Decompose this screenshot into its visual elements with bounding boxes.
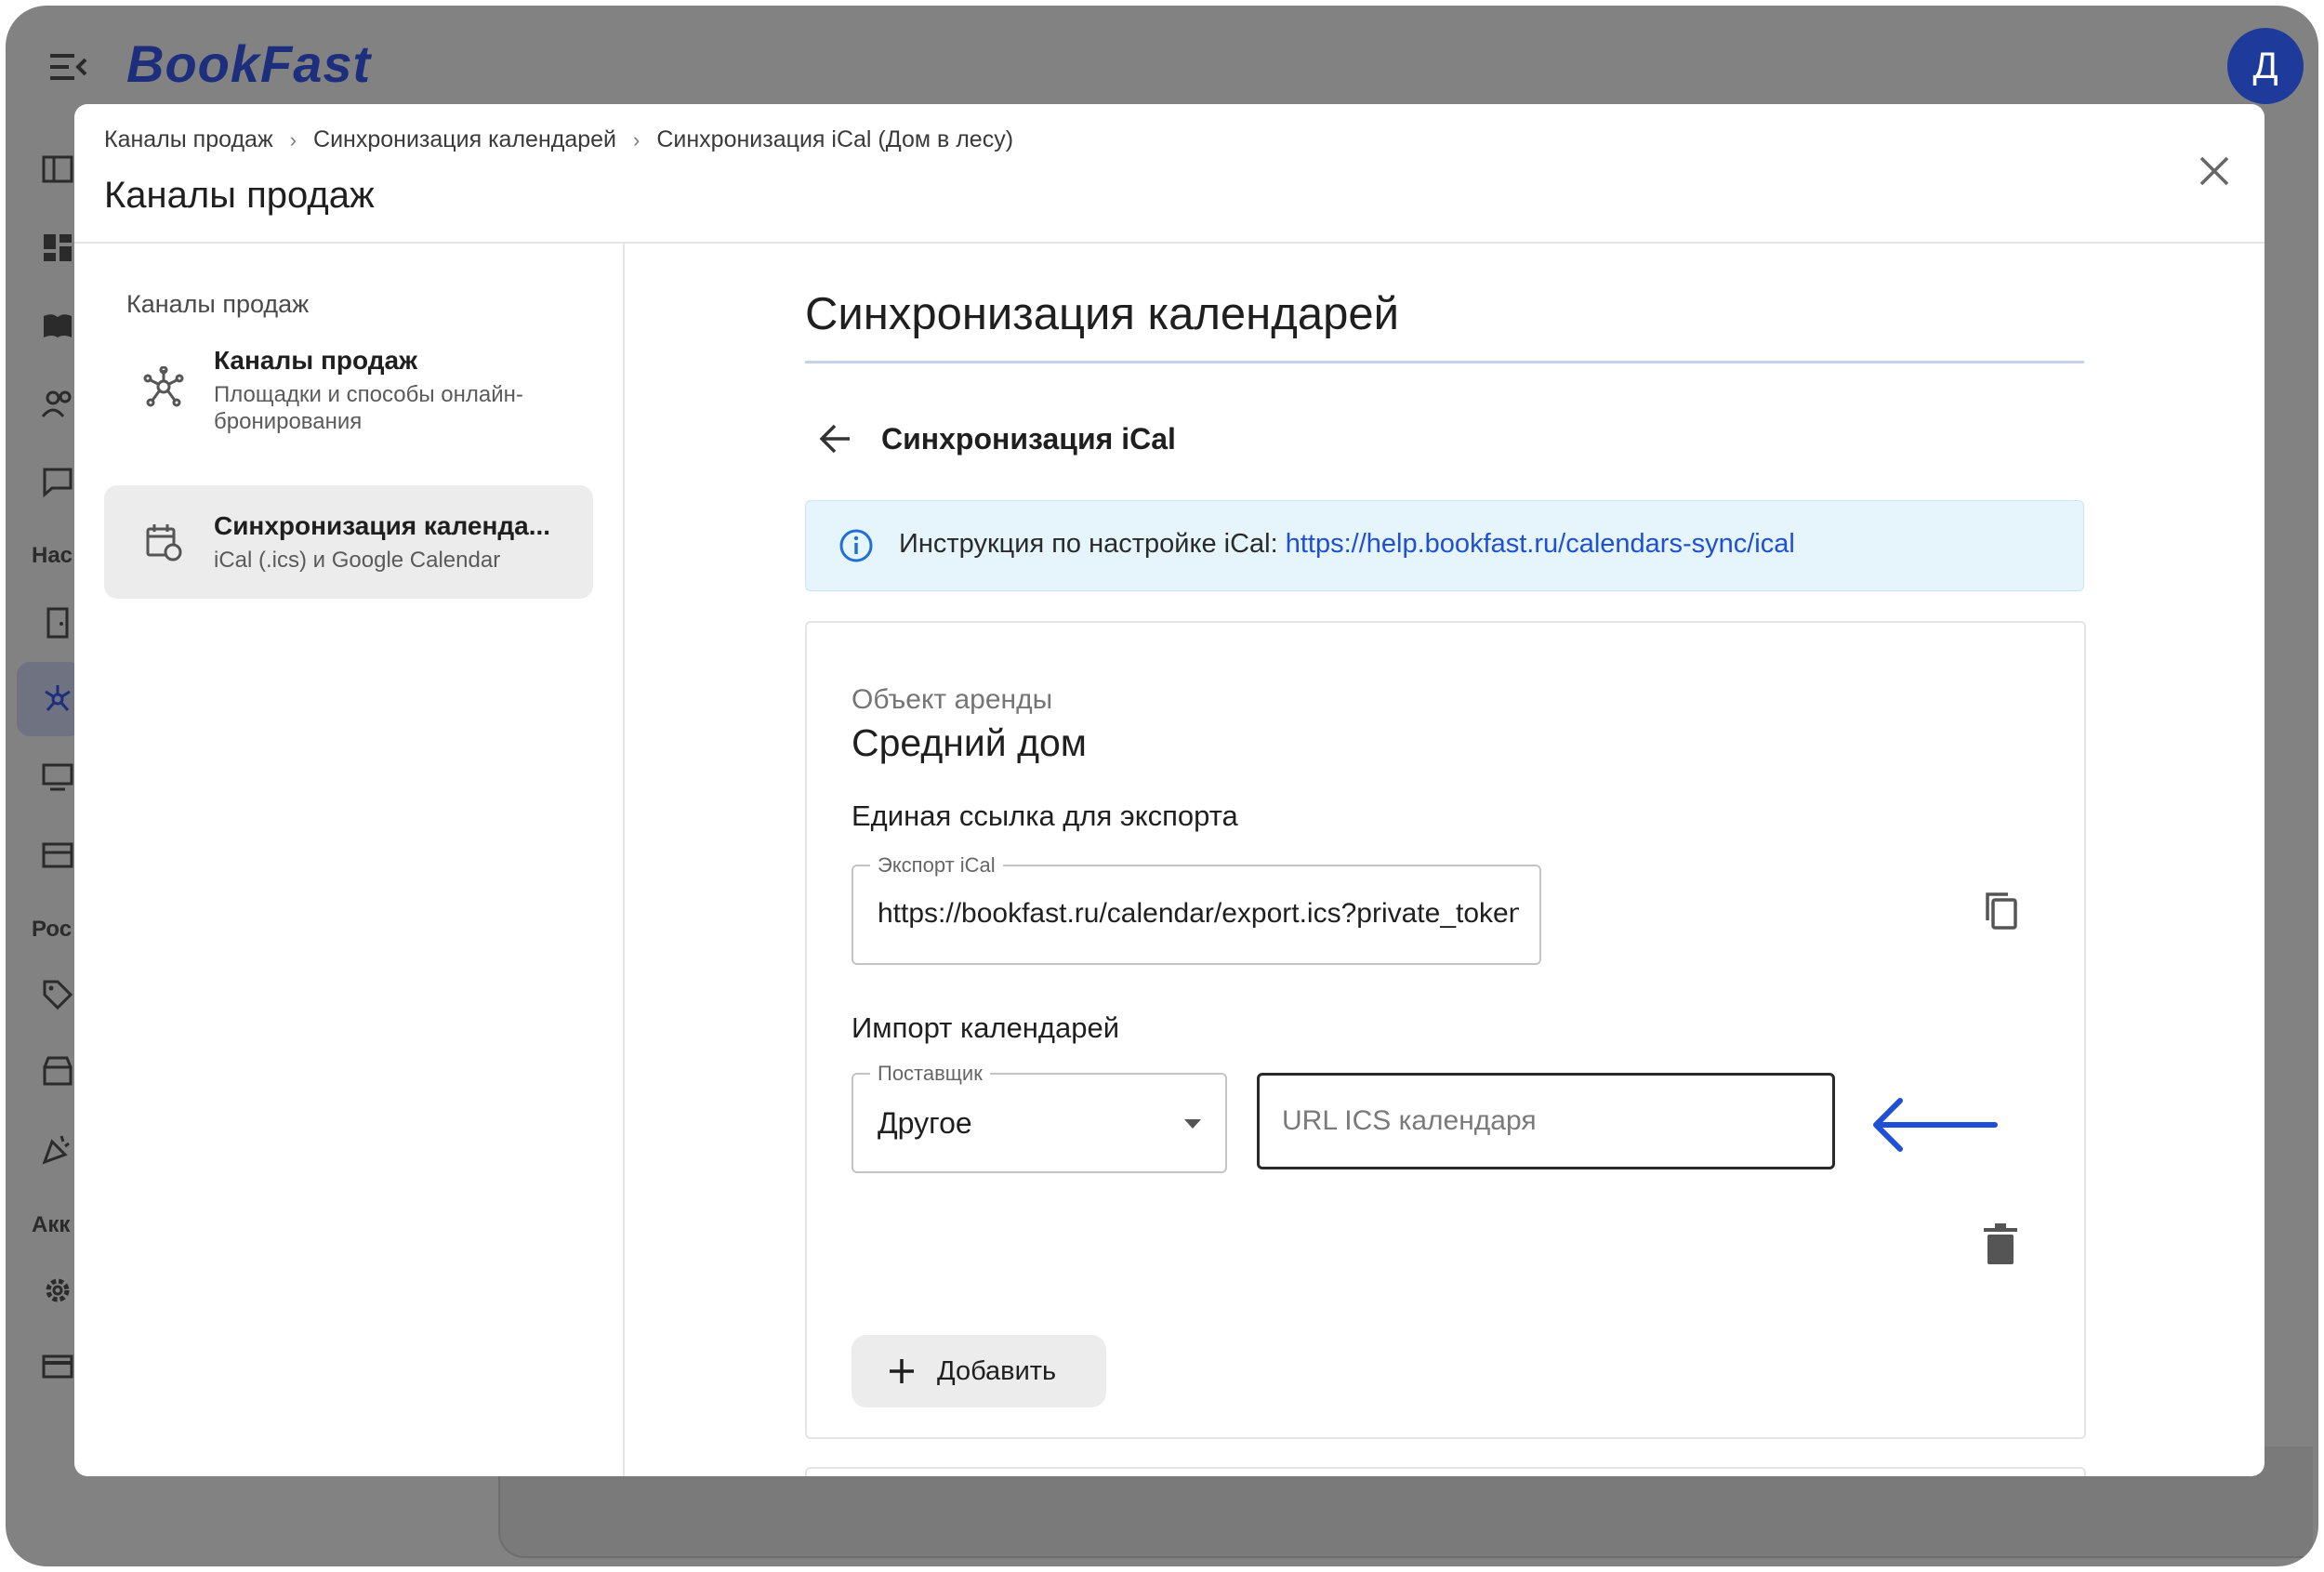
property-card: Объект аренды Средний дом Единая ссылка … [805, 621, 2086, 1439]
settings-nav-heading: Каналы продаж [126, 290, 310, 318]
sidebar-section-label: Акк [32, 1212, 71, 1237]
trash-icon[interactable] [1980, 1222, 2021, 1266]
annotation-arrow-icon [1873, 1098, 1998, 1152]
export-heading: Единая ссылка для экспорта [852, 799, 1238, 832]
next-property-card [805, 1467, 2086, 1476]
plus-icon [890, 1359, 914, 1383]
door-icon[interactable] [41, 606, 74, 640]
nav-item-title: Каналы продаж [214, 346, 417, 375]
object-name: Средний дом [852, 721, 1087, 764]
info-text-label: Инструкция по настройке iCal: [899, 529, 1286, 559]
chat-icon[interactable] [41, 465, 74, 498]
party-icon[interactable] [41, 1132, 74, 1166]
tag-icon[interactable] [41, 978, 74, 1011]
close-icon[interactable] [2194, 151, 2235, 192]
nav-item-subtitle: iCal (.ics) и Google Calendar [214, 548, 501, 573]
menu-collapse-icon[interactable] [48, 48, 89, 86]
app-logo[interactable]: BookFast [126, 33, 371, 94]
layout-icon[interactable] [41, 152, 74, 186]
credit-card-icon[interactable] [41, 1350, 74, 1383]
sidebar-section-label: Нас [32, 543, 73, 568]
provider-select[interactable]: Поставщик Другое [852, 1062, 1227, 1173]
add-button-label: Добавить [937, 1355, 1057, 1386]
section-title: Синхронизация календарей [805, 289, 1399, 339]
breadcrumb-separator-icon: › [289, 127, 297, 152]
ics-url-input[interactable] [1257, 1073, 1835, 1169]
export-url-value[interactable]: https://bookfast.ru/calendar/export.ics?… [878, 898, 1519, 930]
settings-dialog: Каналы продаж › Синхронизация календарей… [74, 104, 2265, 1476]
nav-item-title: Синхронизация календа... [214, 511, 551, 540]
calendar-sync-icon [146, 524, 182, 561]
copy-icon[interactable] [1980, 889, 2025, 933]
settings-nav: Каналы продаж Каналы продаж Площадки и с… [74, 244, 625, 1476]
dashboard-icon[interactable] [41, 231, 74, 264]
app-background: BookFast Д Нас Рос Акк Каналы продаж › С… [6, 6, 2318, 1566]
nav-item-calendar-sync[interactable]: Синхронизация календа... iCal (.ics) и G… [104, 485, 593, 599]
export-field-label: Экспорт iCal [870, 853, 1003, 878]
info-text: Инструкция по настройке iCal: https://he… [899, 529, 1795, 560]
breadcrumb-item[interactable]: Каналы продаж [104, 126, 273, 153]
network-icon[interactable] [41, 682, 74, 716]
avatar[interactable]: Д [2227, 28, 2304, 104]
info-alert: Инструкция по настройке iCal: https://he… [805, 500, 2084, 591]
breadcrumb-item[interactable]: Синхронизация календарей [313, 126, 616, 153]
breadcrumb-item: Синхронизация iCal (Дом в лесу) [656, 126, 1014, 152]
monitor-icon[interactable] [41, 760, 74, 794]
chevron-down-icon [1184, 1119, 1201, 1129]
table-icon[interactable] [41, 839, 74, 872]
sidebar-section-label: Рос [32, 917, 73, 942]
provider-select-label: Поставщик [870, 1062, 990, 1086]
nav-item-subtitle: Площадки и способы онлайн-бронирования [214, 382, 523, 434]
arrow-back-icon[interactable] [814, 418, 855, 459]
gear-icon[interactable] [41, 1274, 74, 1307]
store-icon[interactable] [41, 1054, 74, 1088]
provider-select-value: Другое [878, 1106, 972, 1140]
add-calendar-button[interactable]: Добавить [852, 1335, 1106, 1407]
calendar-sync-content: Синхронизация календарей Синхронизация i… [805, 244, 2086, 1476]
section-underline [805, 361, 2084, 363]
book-icon[interactable] [41, 309, 74, 342]
breadcrumb: Каналы продаж › Синхронизация календарей… [104, 126, 1013, 153]
breadcrumb-separator-icon: › [633, 127, 640, 152]
users-icon[interactable] [41, 387, 74, 420]
import-heading: Импорт календарей [852, 1011, 1120, 1044]
page-title: Каналы продаж [104, 175, 375, 216]
help-link[interactable]: https://help.bookfast.ru/calendars-sync/… [1286, 529, 1795, 559]
nav-item-sales-channels[interactable]: Каналы продаж Площадки и способы онлайн-… [104, 337, 593, 457]
info-icon [839, 529, 873, 562]
object-label: Объект аренды [852, 684, 1053, 715]
export-ical-field[interactable]: Экспорт iCal https://bookfast.ru/calenda… [852, 853, 1541, 965]
network-icon [143, 366, 184, 407]
subsection-title: Синхронизация iCal [881, 422, 1176, 456]
